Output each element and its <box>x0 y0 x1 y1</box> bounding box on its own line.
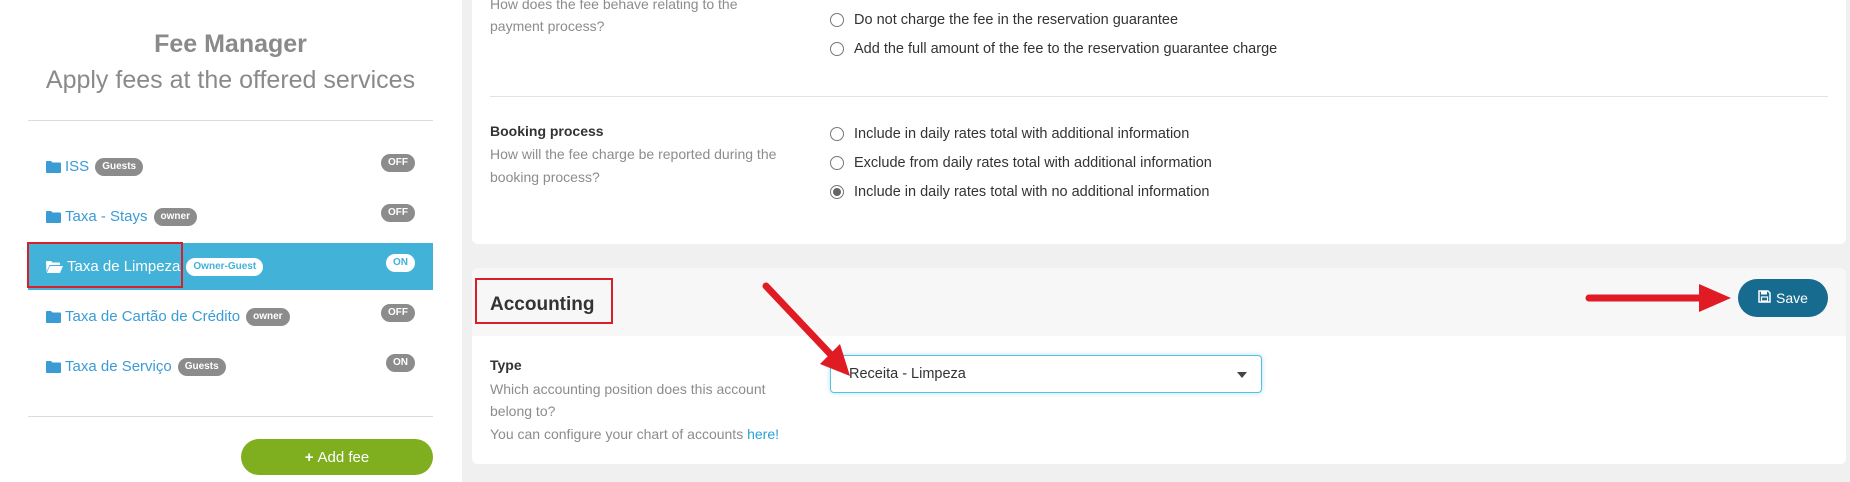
fee-tag-badge: Guests <box>177 357 226 376</box>
folder-icon <box>46 360 61 373</box>
fee-item-taxa-stays[interactable]: Taxa - Stays owner OFF <box>28 193 433 240</box>
select-value: Receita - Limpeza <box>849 366 966 382</box>
radio-button[interactable] <box>830 42 844 56</box>
payment-question-line1: How does the fee behave relating to the <box>490 0 738 12</box>
fee-name: Taxa de Cartão de Crédito <box>65 308 241 325</box>
add-fee-label: Add fee <box>317 448 370 466</box>
fee-tag-badge: owner <box>153 207 197 226</box>
booking-option-2[interactable]: Exclude from daily rates total with addi… <box>830 155 1212 171</box>
radio-label: Add the full amount of the fee to the re… <box>854 41 1278 57</box>
section-divider <box>490 96 1828 97</box>
accounting-question-line2: belong to? <box>490 403 556 419</box>
booking-question-line1: How will the fee charge be reported duri… <box>490 146 777 162</box>
payment-option-2[interactable]: Add the full amount of the fee to the re… <box>830 41 1277 57</box>
radio-button[interactable] <box>830 156 844 170</box>
fee-status-toggle[interactable]: OFF <box>381 204 415 222</box>
booking-question-line2: booking process? <box>490 169 600 185</box>
accounting-type-select[interactable]: Receita - Limpeza <box>830 355 1262 393</box>
fee-name: Taxa de Serviço <box>65 358 172 375</box>
booking-option-1[interactable]: Include in daily rates total with additi… <box>830 126 1189 142</box>
sidebar-title: Fee Manager <box>154 30 307 58</box>
fee-status-toggle[interactable]: OFF <box>381 154 415 172</box>
configure-accounts-link[interactable]: here <box>747 426 775 442</box>
highlight-box-fee <box>27 242 183 288</box>
fee-status-toggle[interactable]: ON <box>386 254 415 272</box>
configure-accounts-text: You can configure your chart of accounts… <box>490 423 779 446</box>
fee-name: Taxa - Stays <box>65 208 148 225</box>
fee-status-toggle[interactable]: ON <box>386 354 415 372</box>
plus-icon: + <box>304 448 314 466</box>
fee-item-taxa-de-cartao[interactable]: Taxa de Cartão de Crédito owner OFF <box>28 293 433 340</box>
annotation-arrow-select <box>762 282 850 376</box>
booking-option-3[interactable]: Include in daily rates total with no add… <box>830 184 1209 200</box>
sidebar-divider-top <box>28 120 433 121</box>
radio-button-selected[interactable] <box>830 185 844 199</box>
configure-text: You can configure your chart of accounts <box>490 426 744 442</box>
highlight-box-accounting <box>475 278 613 324</box>
save-icon <box>1758 290 1771 306</box>
payment-question-line2: payment process? <box>490 18 605 34</box>
radio-label: Do not charge the fee in the reservation… <box>854 12 1179 28</box>
folder-icon <box>46 310 61 323</box>
annotation-arrow-save <box>1585 284 1731 312</box>
folder-icon <box>46 160 61 173</box>
radio-button[interactable] <box>830 13 844 27</box>
save-button[interactable]: Save <box>1738 279 1828 317</box>
payment-option-1[interactable]: Do not charge the fee in the reservation… <box>830 12 1178 28</box>
fee-tag-badge: Owner-Guest <box>186 257 264 276</box>
folder-icon <box>46 210 61 223</box>
booking-title: Booking process <box>490 123 604 139</box>
fee-status-toggle[interactable]: OFF <box>381 304 415 322</box>
sidebar-divider-bottom <box>28 416 433 417</box>
configure-suffix: ! <box>775 426 780 442</box>
fee-name: ISS <box>65 158 90 175</box>
save-label: Save <box>1776 290 1808 306</box>
fee-tag-badge: owner <box>246 307 290 326</box>
radio-label: Include in daily rates total with additi… <box>854 126 1190 142</box>
fee-manager-sidebar: Fee Manager Apply fees at the offered se… <box>0 0 462 482</box>
radio-button[interactable] <box>830 127 844 141</box>
type-label: Type <box>490 357 522 373</box>
radio-label: Include in daily rates total with no add… <box>854 184 1210 200</box>
fee-item-iss[interactable]: ISS Guests OFF <box>28 143 433 190</box>
fee-item-taxa-de-servico[interactable]: Taxa de Serviço Guests ON <box>28 343 433 390</box>
radio-label: Exclude from daily rates total with addi… <box>854 155 1212 171</box>
accounting-question-line1: Which accounting position does this acco… <box>490 381 766 397</box>
sidebar-subtitle: Apply fees at the offered services <box>45 66 416 94</box>
fee-tag-badge: Guests <box>95 157 144 176</box>
fee-settings-panel: How does the fee behave relating to the … <box>472 0 1846 244</box>
chevron-down-icon <box>1237 372 1247 378</box>
add-fee-button[interactable]: + Add fee <box>241 439 433 475</box>
